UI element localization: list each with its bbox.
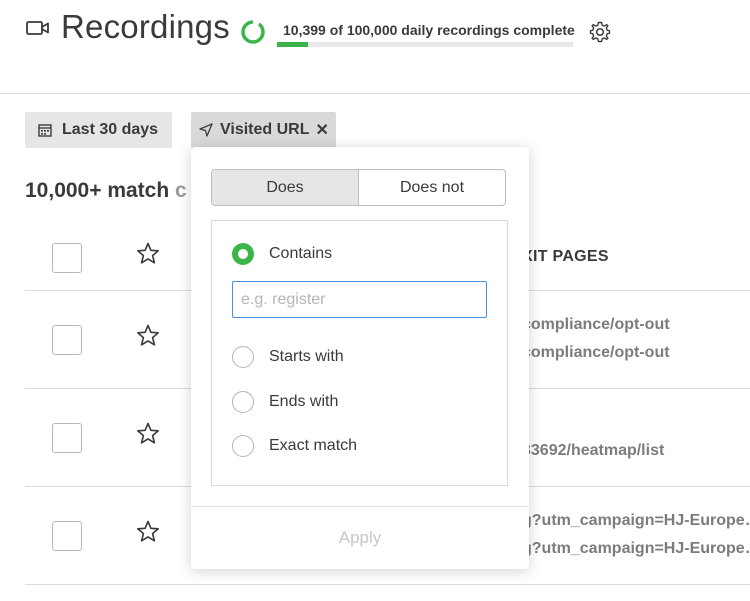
- date-range-label: Last 30 days: [62, 121, 159, 138]
- option-label: Exact match: [269, 437, 358, 454]
- radio-exact-match[interactable]: [232, 435, 254, 457]
- date-range-filter[interactable]: Last 30 days: [25, 112, 172, 148]
- page-title: Recordings: [61, 8, 230, 45]
- star-icon[interactable]: [135, 421, 161, 447]
- option-ends-with[interactable]: Ends with: [232, 391, 338, 413]
- exit-page-text[interactable]: g?utm_campaign=HJ-Europe…: [522, 512, 750, 530]
- exit-pages-column-header[interactable]: XIT PAGES: [522, 248, 609, 266]
- visited-url-filter[interactable]: Visited URL ✕: [191, 112, 336, 148]
- option-label: Contains: [269, 245, 333, 262]
- radio-contains[interactable]: [232, 243, 254, 265]
- radio-starts-with[interactable]: [232, 346, 254, 368]
- select-all-checkbox[interactable]: [52, 243, 82, 273]
- close-icon[interactable]: ✕: [316, 120, 329, 140]
- option-starts-with[interactable]: Starts with: [232, 346, 344, 368]
- visited-url-label: Visited URL: [220, 121, 310, 138]
- row-divider: [25, 584, 750, 585]
- exit-page-text[interactable]: g?utm_campaign=HJ-Europe…: [522, 540, 750, 558]
- usage-text: 10,399 of 100,000 daily recordings compl…: [283, 22, 575, 38]
- option-label: Ends with: [269, 393, 339, 410]
- exit-page-text[interactable]: 33692/heatmap/list: [522, 442, 750, 460]
- row-checkbox[interactable]: [52, 423, 82, 453]
- does-not-button[interactable]: Does not: [358, 170, 505, 205]
- condition-options: Contains Starts with Ends with Exact mat…: [211, 220, 508, 486]
- page-header: Recordings 10,399 of 100,000 daily recor…: [0, 0, 750, 94]
- option-exact-match[interactable]: Exact match: [232, 435, 357, 457]
- usage-progress-bar: [277, 42, 573, 47]
- match-mode-toggle: Does Does not: [211, 169, 506, 206]
- star-icon[interactable]: [135, 519, 161, 545]
- match-count-suffix: c: [175, 179, 187, 202]
- apply-button[interactable]: Apply: [191, 507, 529, 569]
- match-count-text: 10,000+ match: [25, 179, 170, 202]
- navigation-arrow-icon: [199, 123, 213, 137]
- option-contains[interactable]: Contains: [232, 243, 332, 265]
- exit-page-text[interactable]: compliance/opt-out: [522, 344, 750, 362]
- does-button[interactable]: Does: [212, 170, 358, 205]
- star-icon[interactable]: [135, 241, 161, 267]
- calendar-icon: [38, 124, 52, 137]
- usage-progress-fill: [277, 42, 308, 47]
- star-icon[interactable]: [135, 323, 161, 349]
- url-filter-popover: Does Does not Contains Starts with Ends …: [191, 147, 529, 569]
- radio-ends-with[interactable]: [232, 391, 254, 413]
- exit-page-text[interactable]: compliance/opt-out: [522, 316, 750, 334]
- row-checkbox[interactable]: [52, 325, 82, 355]
- row-checkbox[interactable]: [52, 521, 82, 551]
- progress-ring-icon: [241, 20, 265, 44]
- video-camera-icon: [26, 21, 49, 35]
- url-match-input[interactable]: [232, 281, 487, 318]
- match-count: 10,000+ match c: [25, 179, 187, 203]
- option-label: Starts with: [269, 348, 344, 365]
- gear-icon[interactable]: [588, 20, 612, 44]
